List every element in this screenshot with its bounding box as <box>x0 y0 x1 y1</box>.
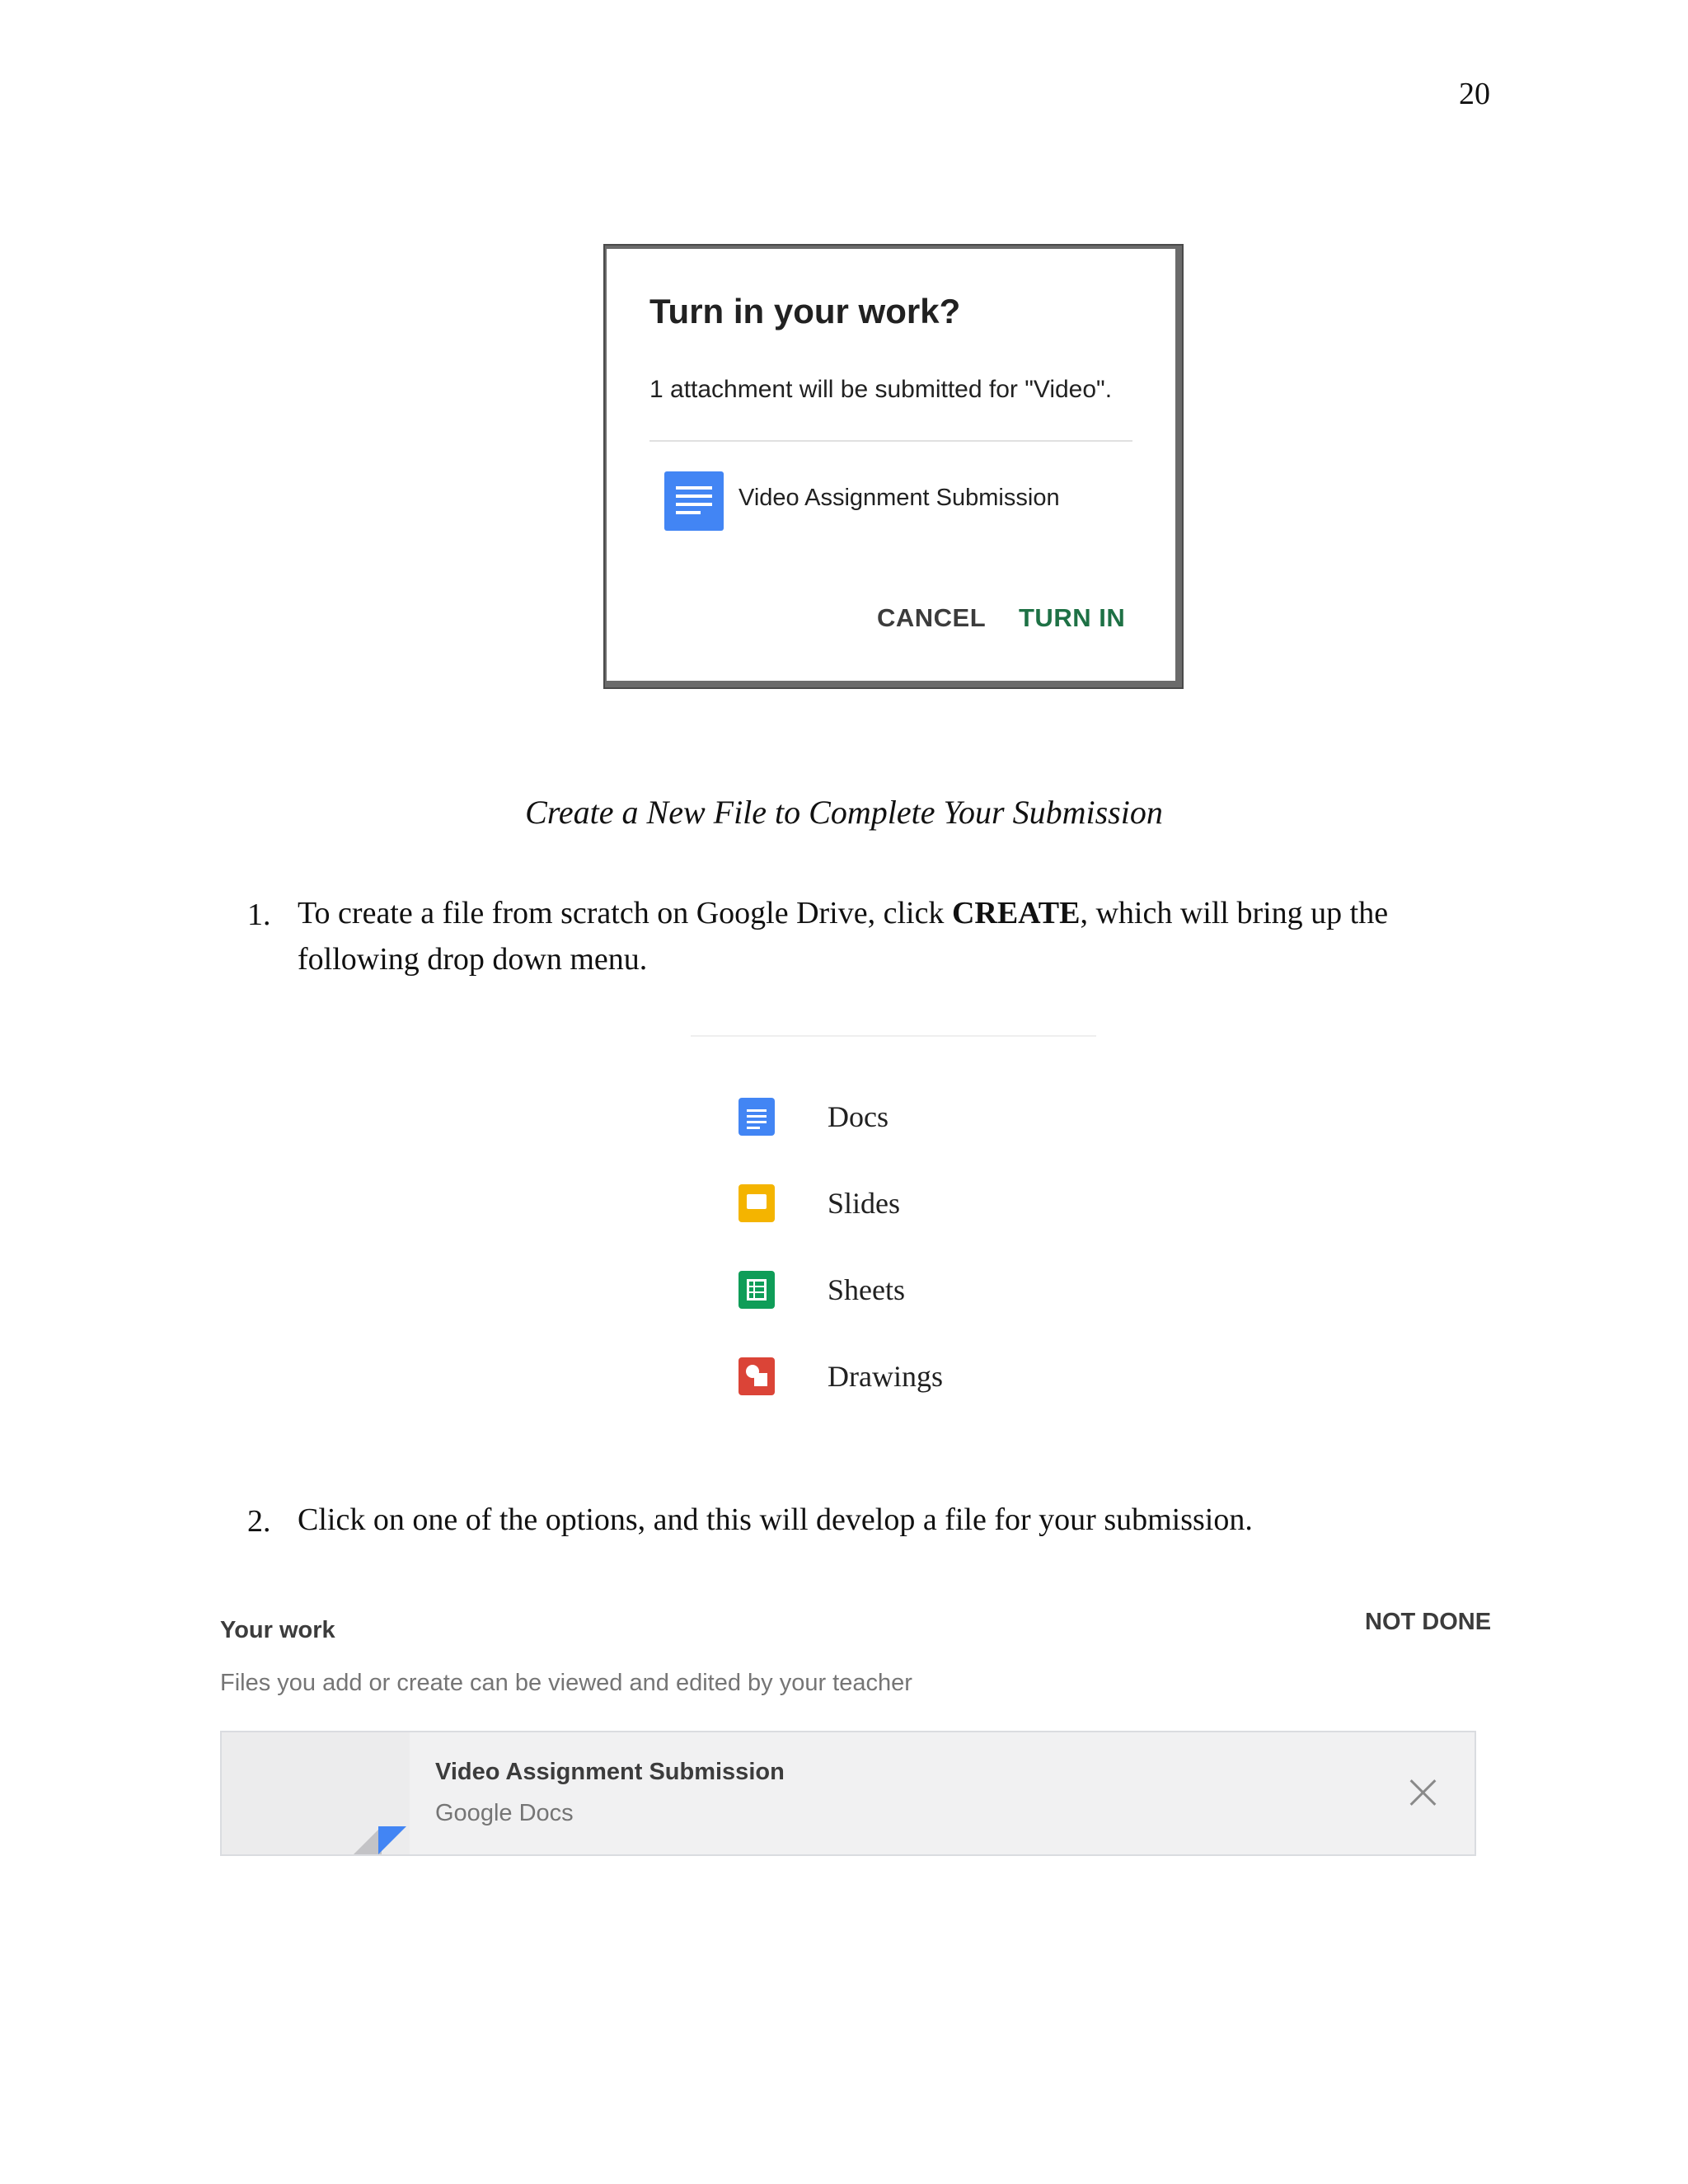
figure-caption: Create a New File to Complete Your Submi… <box>525 794 1163 831</box>
step-1-emphasis: CREATE <box>951 896 1081 930</box>
step-2-text: Click on one of the options, and this wi… <box>298 1502 1253 1537</box>
attachment-type: Google Docs <box>435 1800 574 1826</box>
step-1-text: To create a file from scratch on Google … <box>298 890 1517 982</box>
your-work-title: Your work <box>220 1617 335 1643</box>
menu-item-docs[interactable]: Docs <box>738 1093 1068 1142</box>
attachment-name[interactable]: Video Assignment Submission <box>435 1759 785 1786</box>
attachment-thumbnail[interactable] <box>222 1732 410 1854</box>
status-badge: NOT DONE <box>1365 1609 1492 1635</box>
dialog-title: Turn in your work? <box>649 292 961 330</box>
menu-item-sheets[interactable]: Sheets <box>738 1266 1068 1315</box>
menu-item-label: Drawings <box>828 1360 943 1393</box>
cancel-button[interactable]: CANCEL <box>877 603 986 633</box>
menu-item-label: Docs <box>828 1100 889 1133</box>
turn-in-dialog: Turn in your work? 1 attachment will be … <box>607 249 1175 681</box>
menu-divider <box>691 1035 1096 1037</box>
sheets-icon <box>738 1271 775 1309</box>
step-2-number: 2. <box>247 1504 271 1539</box>
attachment-card[interactable]: Video Assignment Submission Google Docs <box>220 1731 1476 1856</box>
step-1-text-end: , which will bring up the <box>1080 896 1389 930</box>
menu-item-label: Sheets <box>828 1273 905 1306</box>
your-work-description: Files you add or create can be viewed an… <box>220 1670 912 1696</box>
divider <box>649 440 1132 442</box>
menu-item-slides[interactable]: Slides <box>738 1179 1068 1229</box>
dialog-message: 1 attachment will be submitted for "Vide… <box>649 376 1113 403</box>
page-number: 20 <box>1459 77 1490 111</box>
turn-in-button[interactable]: TURN IN <box>1019 603 1125 633</box>
drawings-icon <box>738 1357 775 1395</box>
slides-icon <box>738 1184 775 1222</box>
step-1-text-start: To create a file from scratch on Google … <box>298 896 952 930</box>
menu-item-drawings[interactable]: Drawings <box>738 1352 1068 1402</box>
close-icon[interactable] <box>1402 1772 1443 1813</box>
attachment-name[interactable]: Video Assignment Submission <box>738 485 1060 512</box>
step-1-text-line2: following drop down menu. <box>298 942 648 977</box>
google-docs-corner-icon <box>378 1826 406 1854</box>
thumbnail-fold-icon <box>354 1826 382 1854</box>
step-1-number: 1. <box>247 898 271 932</box>
menu-item-label: Slides <box>828 1187 901 1220</box>
google-docs-icon <box>664 471 724 531</box>
docs-icon <box>738 1098 775 1136</box>
